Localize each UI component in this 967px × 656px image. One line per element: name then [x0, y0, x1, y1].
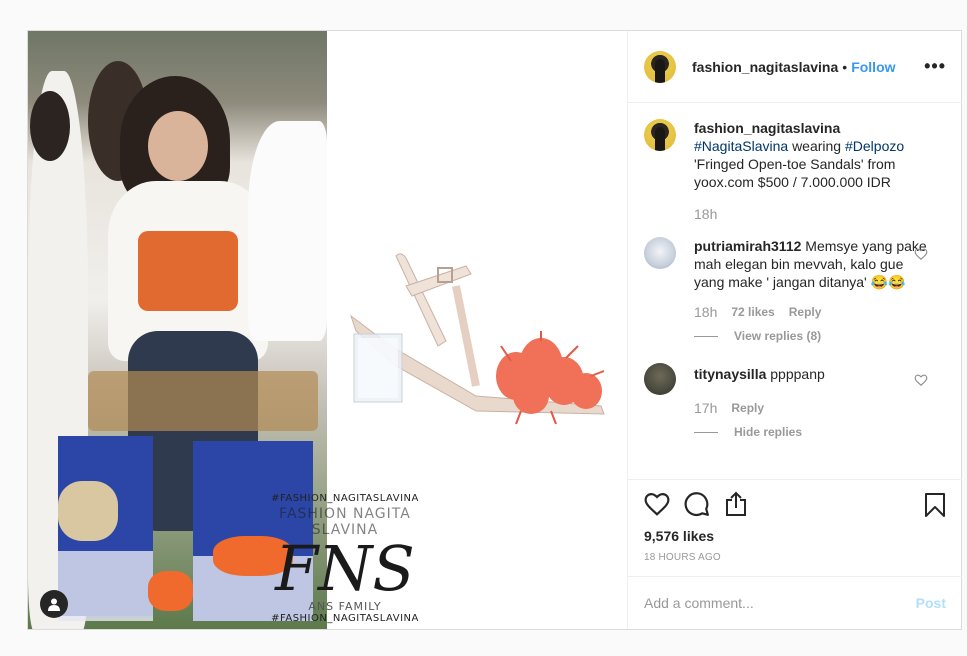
hide-replies-button[interactable]: Hide replies: [694, 423, 930, 441]
comment-likes[interactable]: 72 likes: [731, 303, 774, 321]
comment-input[interactable]: [644, 595, 916, 611]
watermark-tag-bottom: #FASHION_NAGITASLAVINA: [271, 613, 419, 624]
post-timestamp[interactable]: 18 HOURS AGO: [644, 552, 946, 563]
caption-time[interactable]: 18h: [694, 205, 717, 223]
heart-icon[interactable]: [644, 492, 670, 516]
post-actions: 9,576 likes 18 HOURS AGO: [628, 479, 962, 576]
watermark-logo: FNS: [275, 532, 415, 605]
caption: fashion_nagitaslavina #NagitaSlavina wea…: [644, 119, 946, 223]
share-icon[interactable]: [724, 491, 748, 517]
comments-list[interactable]: fashion_nagitaslavina #NagitaSlavina wea…: [628, 103, 962, 479]
add-comment-bar: Post: [628, 576, 962, 629]
watermark: #FASHION_NAGITASLAVINA FASHION NAGITA SL…: [250, 493, 440, 624]
follow-button[interactable]: Follow: [851, 59, 895, 75]
caption-username[interactable]: fashion_nagitaslavina: [694, 120, 840, 136]
more-horizontal-icon[interactable]: •••: [924, 57, 946, 75]
replies-divider: [694, 431, 718, 433]
post-media[interactable]: #FASHION_NAGITASLAVINA FASHION NAGITA SL…: [28, 31, 627, 629]
caption-text: wearing: [792, 138, 842, 154]
comment: putriamirah3112 Memsye yang pake mah ele…: [644, 237, 946, 345]
avatar[interactable]: [644, 50, 676, 83]
sandal-product-image: [350, 253, 605, 425]
replies-divider: [694, 335, 718, 337]
replies-label: Hide replies: [734, 425, 803, 439]
caption-text: 'Fringed Open-toe Sandals' from yoox.com…: [694, 156, 896, 190]
person-icon: [48, 598, 60, 611]
post-header: fashion_nagitaslavina • Follow •••: [628, 31, 962, 103]
comment-username[interactable]: titynaysilla: [694, 366, 766, 382]
avatar[interactable]: [644, 119, 676, 151]
header-username[interactable]: fashion_nagitaslavina: [692, 59, 838, 75]
watermark-tag-top: #FASHION_NAGITASLAVINA: [271, 493, 419, 504]
hashtag-link[interactable]: #Delpozo: [845, 138, 904, 154]
comment-text: ppppanp: [770, 366, 825, 382]
avatar[interactable]: [644, 363, 676, 395]
header-separator: •: [842, 58, 848, 75]
post-side-panel: fashion_nagitaslavina • Follow ••• fashi…: [627, 31, 962, 629]
comment-time[interactable]: 18h: [694, 303, 717, 321]
reply-button[interactable]: Reply: [789, 303, 822, 321]
replies-label: View replies (8): [734, 329, 822, 343]
avatar[interactable]: [644, 237, 676, 269]
post-button[interactable]: Post: [916, 595, 946, 611]
reply-button[interactable]: Reply: [731, 399, 764, 417]
heart-icon[interactable]: [914, 373, 928, 387]
comment-username[interactable]: putriamirah3112: [694, 238, 801, 254]
bookmark-icon[interactable]: [924, 492, 946, 518]
view-replies-button[interactable]: View replies (8): [694, 327, 930, 345]
heart-icon[interactable]: [914, 247, 928, 261]
comment: titynaysilla ppppanp 17h Reply Hide repl…: [644, 363, 946, 441]
hashtag-link[interactable]: #NagitaSlavina: [694, 138, 788, 154]
user-tags-button[interactable]: [40, 590, 68, 618]
likes-count[interactable]: 9,576 likes: [644, 528, 946, 544]
comment-time[interactable]: 17h: [694, 399, 717, 417]
comment-icon[interactable]: [684, 491, 710, 517]
instagram-post: #FASHION_NAGITASLAVINA FASHION NAGITA SL…: [27, 30, 962, 630]
